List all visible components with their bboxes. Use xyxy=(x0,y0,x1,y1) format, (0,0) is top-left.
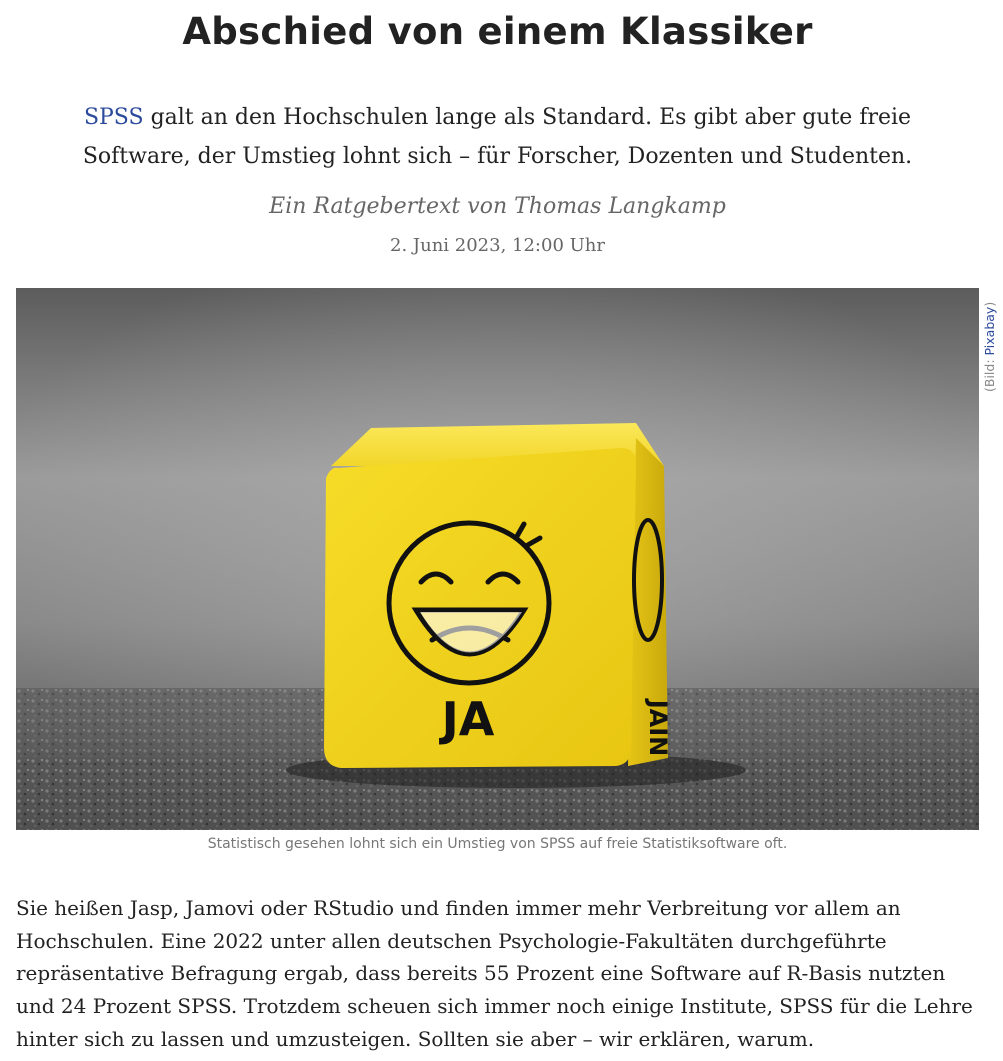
dice-front-label: JA xyxy=(439,692,495,746)
credit-suffix: ) xyxy=(982,301,997,307)
lead-text: galt an den Hochschulen lange als Standa… xyxy=(82,105,913,169)
article-image: JA JAIN xyxy=(16,288,979,830)
byline: Ein Ratgebertext von Thomas Langkamp xyxy=(269,194,726,219)
article-paragraph: Sie heißen Jasp, Jamovi oder RStudio und… xyxy=(16,896,973,1051)
article-title: Abschied von einem Klassiker xyxy=(182,10,813,53)
article-lead: SPSS galt an den Hochschulen lange als S… xyxy=(40,98,955,176)
image-caption: Statistisch gesehen lohnt sich ein Umsti… xyxy=(207,836,788,852)
dice-side-label: JAIN xyxy=(644,698,672,757)
pixabay-link[interactable]: Pixabay xyxy=(982,307,997,356)
credit-prefix: (Bild: xyxy=(982,355,997,392)
image-credit: (Bild: Pixabay) xyxy=(974,288,1003,418)
dice-photo: JA JAIN xyxy=(16,288,979,830)
publish-date: 2. Juni 2023, 12:00 Uhr xyxy=(390,235,605,256)
spss-link[interactable]: SPSS xyxy=(84,105,144,130)
